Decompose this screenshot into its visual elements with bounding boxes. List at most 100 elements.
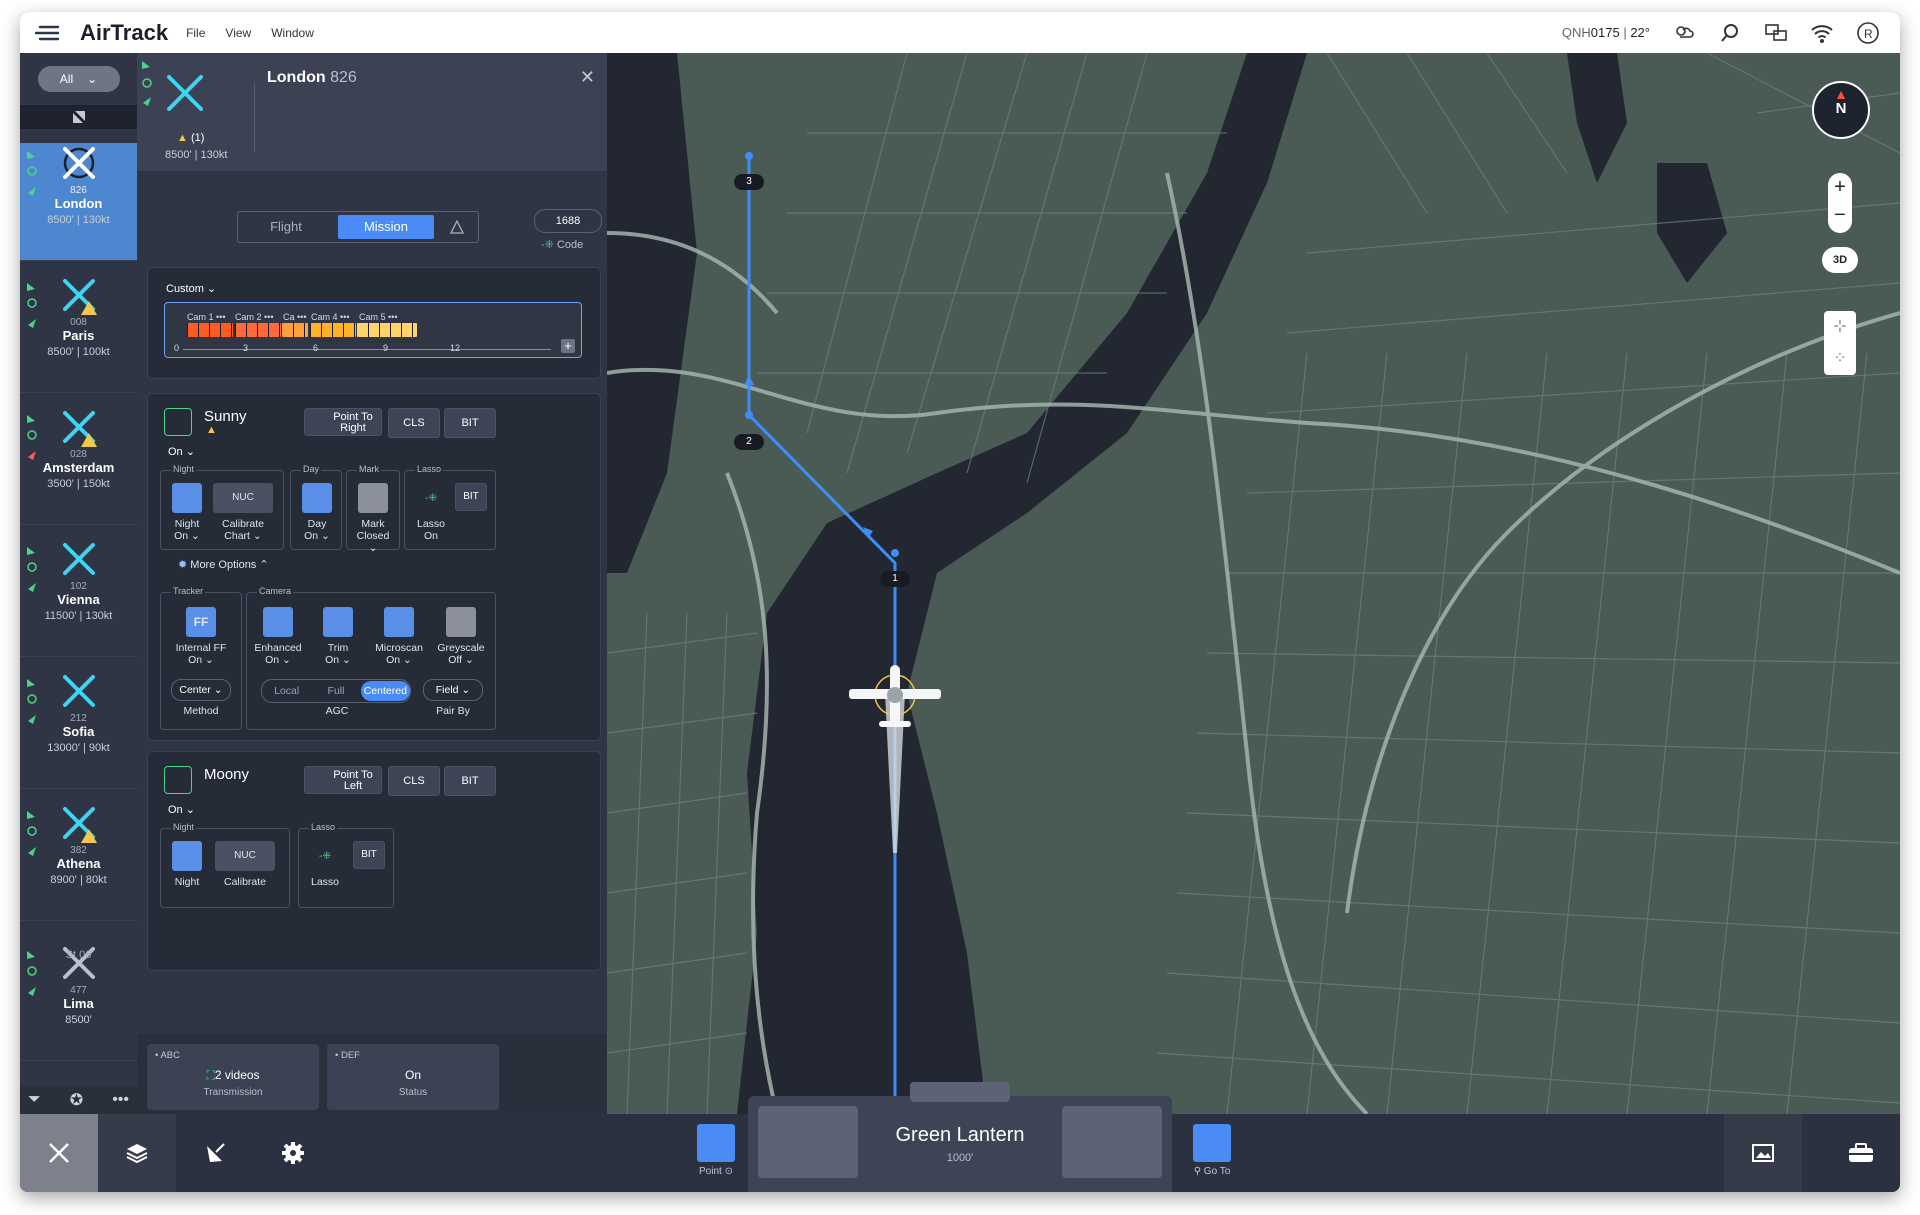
agc-centered[interactable]: Centered	[360, 681, 410, 701]
rail-item-vienna[interactable]: 102 Vienna 11500' | 130kt	[20, 539, 137, 657]
camera-timeline[interactable]: Cam 1 ••• Cam 2 ••• Ca ••• Cam 4 ••• Cam…	[164, 302, 582, 358]
gallery-button[interactable]	[1724, 1114, 1802, 1192]
lasso-toggle[interactable]: -⁜ Lasso	[305, 841, 345, 888]
zoom-out-button[interactable]: −	[1828, 201, 1852, 229]
group-label: Tracker	[171, 586, 206, 596]
aircraft-icon	[167, 75, 203, 111]
rail-item-amsterdam[interactable]: 028 Amsterdam 3500' | 150kt	[20, 407, 137, 525]
rail-item-london[interactable]: 826 London 8500' | 130kt	[20, 143, 137, 261]
bit-button[interactable]: BIT	[444, 408, 496, 438]
waypoint-1[interactable]: 1	[880, 571, 910, 587]
aircraft-rail: All ⌄ 826 London 8500' | 130kt 008 Paris 8500'…	[20, 53, 137, 1151]
point-action-button[interactable]: Point ⊙	[692, 1124, 740, 1177]
waypoint-3[interactable]: 3	[734, 174, 764, 190]
microscan-toggle[interactable]: Microscan On ⌄	[371, 607, 427, 666]
night-toggle[interactable]: Night On ⌄	[171, 483, 203, 542]
layers-button[interactable]	[98, 1114, 176, 1192]
mark-toggle[interactable]: Mark Closed ⌄	[353, 483, 393, 554]
measure-icon[interactable]: ⁘	[1824, 343, 1856, 375]
wifi-icon[interactable]	[1810, 21, 1834, 45]
nuc-button[interactable]: NUC	[213, 483, 273, 513]
cam-segment[interactable]	[357, 323, 417, 337]
rail-item-athena[interactable]: 382 Athena 8900' | 80kt	[20, 803, 137, 921]
transmission-card[interactable]: • ABC ⛶2 videos Transmission	[147, 1044, 319, 1110]
cam-segment[interactable]	[235, 323, 281, 337]
crosshair-icon[interactable]: ⊹	[1824, 311, 1856, 343]
settings-button[interactable]	[254, 1114, 332, 1192]
rail-item-lima[interactable]: St 06 477 Lima 8500'	[20, 943, 137, 1061]
trim-toggle[interactable]: Trim On ⌄	[313, 607, 363, 666]
menu-window[interactable]: Window	[271, 26, 314, 40]
close-icon[interactable]: ✕	[580, 67, 595, 88]
warning-outline-icon[interactable]	[450, 220, 464, 234]
timeline-tick: 3	[243, 343, 249, 353]
rail-item-paris[interactable]: 008 Paris 8500' | 100kt	[20, 275, 137, 393]
preset-dropdown[interactable]: Custom ⌄	[166, 282, 216, 295]
zoom-in-button[interactable]: +	[1828, 173, 1852, 201]
night-toggle[interactable]: Night	[171, 841, 203, 888]
filter-dropdown[interactable]: All ⌄	[37, 66, 120, 92]
sensor-focus-icon	[164, 766, 192, 794]
add-cam-button[interactable]: +	[561, 339, 575, 353]
star-circle-icon[interactable]: ✪	[70, 1090, 83, 1110]
more-options-toggle[interactable]: ✹ More Options ⌃	[178, 558, 269, 571]
rail-item-sofia[interactable]: 212 Sofia 13000' | 90kt	[20, 671, 137, 789]
tab-mission[interactable]: Mission	[338, 215, 434, 239]
hamburger-menu-icon[interactable]	[32, 23, 60, 43]
compass-button[interactable]: ▲ N	[1812, 81, 1870, 139]
cam-label: Cam 4 •••	[311, 312, 350, 322]
status-card[interactable]: • DEF On Status	[327, 1044, 499, 1110]
flight-mission-tabs: Flight Mission	[237, 211, 479, 243]
agc-local[interactable]: Local	[262, 685, 311, 697]
weather-icon[interactable]	[1672, 21, 1696, 45]
cam-segment[interactable]	[310, 323, 356, 337]
3d-toggle-button[interactable]: 3D	[1822, 247, 1858, 273]
cam-segment[interactable]	[187, 323, 233, 337]
toolbox-button[interactable]	[1822, 1114, 1900, 1192]
point-to-button[interactable]: Point To Left	[304, 766, 382, 794]
waypoint-2[interactable]: 2	[734, 434, 764, 450]
go-to-action-button[interactable]: ⚲ Go To	[1184, 1124, 1240, 1177]
status-indicator-icons	[27, 151, 37, 196]
ff-button[interactable]: FF	[186, 607, 216, 637]
bit-button[interactable]: BIT	[444, 766, 496, 796]
lasso-bit-button[interactable]: BIT	[455, 483, 487, 511]
point-to-button[interactable]: Point To Right	[304, 408, 382, 436]
tracker-group: Tracker FF Internal FF On ⌄ Center ⌄ Metho…	[160, 586, 242, 730]
day-toggle[interactable]: Day On ⌄	[301, 483, 333, 542]
squawk-code-field[interactable]: 1688	[534, 209, 602, 233]
internal-ff-toggle[interactable]: FF Internal FF On ⌄	[169, 607, 233, 666]
sensor-card-sunny: Sunny ▲ On ⌄ Point To Right CLS BIT Night…	[147, 393, 601, 741]
nuc-button[interactable]: NUC	[215, 841, 275, 871]
greyscale-toggle[interactable]: Greyscale Off ⌄	[433, 607, 489, 666]
status-indicator-icons	[27, 679, 37, 724]
more-icon[interactable]: •••	[112, 1091, 129, 1109]
lasso-toggle[interactable]: -⁜ Lasso On	[411, 483, 451, 542]
filter-icon[interactable]: ⏷	[28, 1091, 41, 1109]
method-dropdown[interactable]: Center ⌄	[171, 679, 231, 701]
group-label: Lasso	[309, 822, 338, 832]
map-view[interactable]: 3 2 1 ▲ N + − 3D ⊹ ⁘	[607, 53, 1900, 1114]
tab-flight[interactable]: Flight	[238, 215, 334, 239]
lasso-bit-button[interactable]: BIT	[353, 841, 385, 869]
aircraft-view-button[interactable]	[20, 1114, 98, 1192]
menu-view[interactable]: View	[225, 26, 251, 40]
target-panel[interactable]: Green Lantern 1000'	[748, 1082, 1172, 1192]
search-icon[interactable]	[1718, 21, 1742, 45]
user-avatar-icon[interactable]: R	[1856, 21, 1880, 45]
target-panel-handle[interactable]	[910, 1082, 1010, 1102]
nuc-control[interactable]: NUC Calibrate	[213, 841, 277, 888]
sensor-state-dropdown[interactable]: On ⌄	[168, 803, 195, 816]
rail-collapse-bar[interactable]	[20, 105, 137, 129]
display-switch-icon[interactable]	[1764, 21, 1788, 45]
cls-button[interactable]: CLS	[388, 766, 440, 796]
cam-segment[interactable]	[282, 323, 308, 337]
cls-button[interactable]: CLS	[388, 408, 440, 438]
agc-full[interactable]: Full	[311, 685, 360, 697]
enhanced-toggle[interactable]: Enhanced On ⌄	[251, 607, 305, 666]
menu-file[interactable]: File	[186, 26, 205, 40]
nuc-control[interactable]: NUC Calibrate Chart ⌄	[211, 483, 275, 542]
sensor-state-dropdown[interactable]: On ⌄	[168, 445, 195, 458]
pair-by-dropdown[interactable]: Field ⌄	[423, 679, 483, 701]
satellite-button[interactable]	[176, 1114, 254, 1192]
